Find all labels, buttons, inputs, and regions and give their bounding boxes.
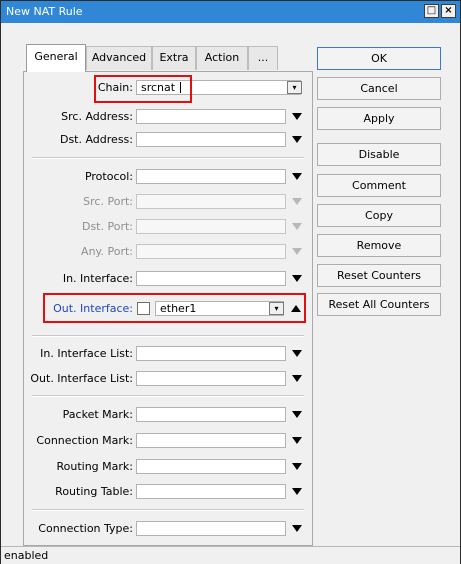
connection-mark-dropdown-icon[interactable] <box>292 437 302 444</box>
cancel-button[interactable]: Cancel <box>317 77 441 100</box>
src-address-input[interactable] <box>136 109 286 124</box>
tab-action[interactable]: Action <box>196 46 248 70</box>
out-interface-list-dropdown-icon[interactable] <box>292 375 302 382</box>
remove-button[interactable]: Remove <box>317 234 441 257</box>
routing-table-label: Routing Table: <box>55 485 133 498</box>
connection-type-dropdown-icon[interactable] <box>292 525 302 532</box>
maximize-icon[interactable]: □ <box>424 4 439 18</box>
packet-mark-label: Packet Mark: <box>62 408 133 421</box>
connection-type-input[interactable] <box>136 521 286 536</box>
dst-address-label: Dst. Address: <box>59 133 133 146</box>
reset-counters-button[interactable]: Reset Counters <box>317 264 441 287</box>
in-interface-label: In. Interface: <box>62 272 133 285</box>
out-interface-list-input[interactable] <box>136 371 286 386</box>
routing-mark-dropdown-icon[interactable] <box>292 463 302 470</box>
routing-table-dropdown-icon[interactable] <box>292 488 302 495</box>
disable-button[interactable]: Disable <box>317 143 441 166</box>
src-address-dropdown-icon[interactable] <box>292 113 302 120</box>
chain-dropdown-icon[interactable]: ▾ <box>287 81 302 94</box>
window-title: New NAT Rule <box>6 5 83 18</box>
dst-address-dropdown-icon[interactable] <box>292 136 302 143</box>
tab-more[interactable]: ... <box>248 46 278 70</box>
section-divider <box>32 395 304 397</box>
dst-port-label: Dst. Port: <box>81 220 133 233</box>
any-port-dropdown-icon <box>292 248 302 255</box>
dst-address-input[interactable] <box>136 132 286 147</box>
reset-all-counters-button[interactable]: Reset All Counters <box>317 293 441 316</box>
copy-button[interactable]: Copy <box>317 204 441 227</box>
src-address-label: Src. Address: <box>61 110 133 123</box>
packet-mark-input[interactable] <box>136 407 286 422</box>
in-interface-list-dropdown-icon[interactable] <box>292 350 302 357</box>
packet-mark-dropdown-icon[interactable] <box>292 411 302 418</box>
in-interface-input[interactable] <box>136 271 286 286</box>
status-text: enabled <box>4 549 49 562</box>
routing-table-input[interactable] <box>136 484 286 499</box>
title-bar[interactable]: New NAT Rule □ × <box>1 1 460 23</box>
tab-extra[interactable]: Extra <box>152 46 196 70</box>
any-port-input <box>136 244 286 259</box>
src-port-input <box>136 194 286 209</box>
apply-button[interactable]: Apply <box>317 107 441 130</box>
src-port-label: Src. Port: <box>83 195 133 208</box>
protocol-dropdown-icon[interactable] <box>292 173 302 180</box>
tab-general[interactable]: General <box>26 44 86 72</box>
protocol-label: Protocol: <box>84 170 133 183</box>
section-divider <box>32 509 304 511</box>
out-interface-highlight-box <box>43 293 306 323</box>
status-bar: enabled <box>1 546 460 564</box>
close-icon[interactable]: × <box>441 4 456 18</box>
in-interface-dropdown-icon[interactable] <box>292 275 302 282</box>
nat-rule-window: New NAT Rule □ × General Advanced Extra … <box>0 0 461 564</box>
out-interface-list-label: Out. Interface List: <box>30 372 133 385</box>
dst-port-input <box>136 219 286 234</box>
protocol-input[interactable] <box>136 169 286 184</box>
any-port-label: Any. Port: <box>81 245 133 258</box>
connection-mark-input[interactable] <box>136 433 286 448</box>
connection-mark-label: Connection Mark: <box>36 434 133 447</box>
dst-port-dropdown-icon <box>292 223 302 230</box>
routing-mark-input[interactable] <box>136 459 286 474</box>
comment-button[interactable]: Comment <box>317 174 441 197</box>
ok-button[interactable]: OK <box>317 47 441 70</box>
in-interface-list-input[interactable] <box>136 346 286 361</box>
connection-type-label: Connection Type: <box>38 522 133 535</box>
section-divider <box>32 157 304 159</box>
routing-mark-label: Routing Mark: <box>56 460 133 473</box>
tab-advanced[interactable]: Advanced <box>86 46 152 70</box>
section-divider <box>32 335 304 337</box>
src-port-dropdown-icon <box>292 198 302 205</box>
in-interface-list-label: In. Interface List: <box>40 347 133 360</box>
chain-highlight-box <box>94 75 192 103</box>
